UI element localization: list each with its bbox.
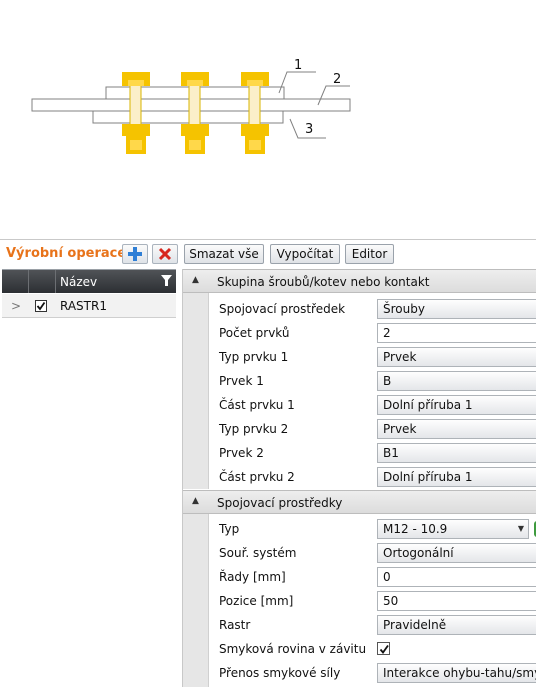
- operations-toolbar: Výrobní operace Smazat vše Vypočítat Edi…: [0, 241, 536, 267]
- section-title: Skupina šroubů/kotev nebo kontakt: [217, 275, 430, 289]
- prop-label: Přenos smykové síly: [219, 666, 341, 680]
- add-icon: [128, 247, 142, 261]
- filter-icon[interactable]: [161, 275, 172, 287]
- shear-plane-checkbox[interactable]: [377, 642, 390, 655]
- callout-2: 2: [333, 72, 341, 87]
- prop-label: Prvek 2: [219, 446, 264, 460]
- delete-icon: [158, 247, 172, 261]
- properties-panel: ▲ Skupina šroubů/kotev nebo kontakt Spoj…: [182, 269, 536, 687]
- fastener-select[interactable]: Šrouby▼: [377, 299, 536, 319]
- editor-button[interactable]: Editor: [345, 244, 394, 264]
- prop-row-part2: Část prvku 2 Dolní příruba 1▼: [209, 465, 536, 489]
- prop-row-coord-system: Souř. systém Ortogonální▼: [209, 541, 536, 565]
- prop-label: Typ prvku 2: [219, 422, 289, 436]
- rows-input[interactable]: 0: [377, 567, 536, 587]
- member1-select[interactable]: B▼: [377, 371, 536, 391]
- part1-select[interactable]: Dolní příruba 1▼: [377, 395, 536, 415]
- callout-1: 1: [294, 58, 302, 73]
- section-title: Spojovací prostředky: [217, 496, 343, 510]
- type1-select[interactable]: Prvek▼: [377, 347, 536, 367]
- shear-transfer-select[interactable]: Interakce ohybu-tahu/smyku▼: [377, 663, 536, 683]
- prop-label: Prvek 1: [219, 374, 264, 388]
- prop-row-member1: Prvek 1 B▼: [209, 369, 536, 393]
- positions-input[interactable]: 50: [377, 591, 536, 611]
- row-expand-icon[interactable]: >: [11, 299, 21, 313]
- prop-row-shear-transfer: Přenos smykové síly Interakce ohybu-tahu…: [209, 661, 536, 685]
- callout-3: 3: [305, 122, 313, 137]
- row-checkbox[interactable]: [35, 300, 47, 312]
- prop-row-bolt-type: Typ M12 - 10.9 ▼: [209, 517, 536, 541]
- table-row[interactable]: > RASTR1: [2, 294, 176, 318]
- prop-label: Typ prvku 1: [219, 350, 289, 364]
- prop-label: Počet prvků: [219, 326, 290, 340]
- prop-label: Pozice [mm]: [219, 594, 294, 608]
- calculate-button[interactable]: Vypočítat: [270, 244, 340, 264]
- prop-row-part1: Část prvku 1 Dolní příruba 1▼: [209, 393, 536, 417]
- member2-select[interactable]: B1▼: [377, 443, 536, 463]
- prop-label: Část prvku 2: [219, 470, 295, 484]
- row-name: RASTR1: [60, 299, 107, 313]
- prop-row-type1: Typ prvku 1 Prvek▼: [209, 345, 536, 369]
- type2-select[interactable]: Prvek▼: [377, 419, 536, 439]
- prop-row-count: Počet prvků 2: [209, 321, 536, 345]
- add-button[interactable]: [122, 244, 148, 264]
- coord-system-select[interactable]: Ortogonální▼: [377, 543, 536, 563]
- section-bolt-group[interactable]: ▲ Skupina šroubů/kotev nebo kontakt: [183, 269, 536, 293]
- prop-label: Řady [mm]: [219, 570, 286, 584]
- prop-label: Typ: [219, 522, 240, 536]
- clear-all-button[interactable]: Smazat vše: [184, 244, 264, 264]
- prop-label: Část prvku 1: [219, 398, 295, 412]
- count-input[interactable]: 2: [377, 323, 536, 343]
- collapse-icon[interactable]: ▲: [192, 496, 199, 506]
- connection-preview: 1 2 3: [0, 0, 536, 240]
- prop-label: Smyková rovina v závitu: [219, 642, 367, 656]
- operations-grid: Název > RASTR1: [2, 269, 176, 687]
- prop-row-shear-plane: Smyková rovina v závitu: [209, 637, 536, 661]
- prop-row-positions: Pozice [mm] 50: [209, 589, 536, 613]
- prop-row-fastener: Spojovací prostředek Šrouby▼: [209, 297, 536, 321]
- collapse-icon[interactable]: ▲: [192, 275, 199, 285]
- bolt-drawing: 1 2 3: [31, 58, 351, 154]
- prop-row-raster: Rastr Pravidelně▼: [209, 613, 536, 637]
- operations-title: Výrobní operace: [6, 246, 127, 261]
- column-name-header[interactable]: Název: [60, 275, 97, 289]
- part2-select[interactable]: Dolní příruba 1▼: [377, 467, 536, 487]
- prop-label: Rastr: [219, 618, 251, 632]
- prop-row-member2: Prvek 2 B1▼: [209, 441, 536, 465]
- prop-label: Spojovací prostředek: [219, 302, 346, 316]
- prop-row-type2: Typ prvku 2 Prvek▼: [209, 417, 536, 441]
- prop-label: Souř. systém: [219, 546, 297, 560]
- delete-button[interactable]: [152, 244, 178, 264]
- grid-header: Název: [2, 270, 176, 293]
- raster-select[interactable]: Pravidelně▼: [377, 615, 536, 635]
- bolt-type-select[interactable]: M12 - 10.9 ▼: [377, 519, 529, 539]
- section-fasteners[interactable]: ▲ Spojovací prostředky: [183, 490, 536, 514]
- prop-row-rows: Řady [mm] 0: [209, 565, 536, 589]
